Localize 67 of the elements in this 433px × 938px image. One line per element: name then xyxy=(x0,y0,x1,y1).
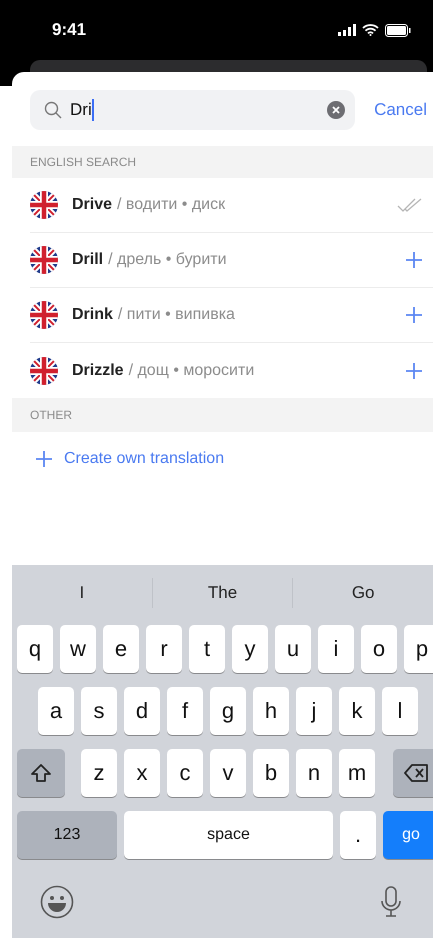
section-header: ENGLISH SEARCH xyxy=(12,146,433,178)
key[interactable]: p xyxy=(404,625,433,673)
numbers-key[interactable]: 123 xyxy=(17,811,117,859)
key[interactable]: k xyxy=(339,687,375,735)
status-time: 9:41 xyxy=(52,20,86,40)
word-label: Drive xyxy=(72,196,112,214)
key[interactable]: . xyxy=(340,811,376,859)
key[interactable]: h xyxy=(253,687,289,735)
flag-icon xyxy=(30,356,58,384)
key[interactable]: t xyxy=(189,625,225,673)
go-key[interactable]: go xyxy=(383,811,433,859)
key[interactable]: a xyxy=(38,687,74,735)
key[interactable]: o xyxy=(361,625,397,673)
key[interactable]: y xyxy=(232,625,268,673)
shift-icon xyxy=(30,763,52,783)
text-cursor xyxy=(92,99,94,121)
key[interactable]: n xyxy=(296,749,332,797)
microphone-icon[interactable] xyxy=(381,886,401,918)
word-label: Drill xyxy=(72,251,104,269)
key[interactable]: b xyxy=(253,749,289,797)
add-icon[interactable] xyxy=(405,362,423,380)
backspace-key[interactable] xyxy=(393,749,433,797)
section-header: OTHER xyxy=(12,398,433,432)
shift-key[interactable] xyxy=(17,749,65,797)
key[interactable]: q xyxy=(17,625,53,673)
translation-label: / дощ • моросити xyxy=(128,362,254,380)
wifi-icon xyxy=(362,24,379,36)
key[interactable]: d xyxy=(124,687,160,735)
search-icon xyxy=(44,101,62,119)
flag-icon xyxy=(30,246,58,274)
clear-icon[interactable] xyxy=(327,101,346,119)
key[interactable]: m xyxy=(339,749,375,797)
key[interactable]: w xyxy=(60,625,96,673)
search-field[interactable]: Dri xyxy=(30,90,356,130)
key[interactable]: g xyxy=(210,687,246,735)
flag-icon xyxy=(30,191,58,219)
add-icon[interactable] xyxy=(405,306,423,324)
backspace-icon xyxy=(404,763,430,783)
word-label: Drizzle xyxy=(72,362,124,380)
key[interactable]: u xyxy=(275,625,311,673)
key[interactable]: v xyxy=(210,749,246,797)
key[interactable]: j xyxy=(296,687,332,735)
key[interactable]: f xyxy=(167,687,203,735)
suggestion[interactable]: The xyxy=(152,578,292,608)
space-key[interactable]: space xyxy=(124,811,333,859)
key[interactable]: c xyxy=(167,749,203,797)
signal-icon xyxy=(338,24,356,36)
suggestion[interactable]: Go xyxy=(292,578,433,608)
translation-label: / водити • диск xyxy=(117,196,226,214)
flag-icon xyxy=(30,301,58,329)
translation-label: / пити • випивка xyxy=(118,306,235,324)
battery-icon xyxy=(385,24,411,36)
key[interactable]: z xyxy=(81,749,117,797)
cancel-button[interactable]: Cancel xyxy=(374,100,427,120)
translation-label: / дрель • бурити xyxy=(108,251,227,269)
plus-icon xyxy=(36,451,52,467)
suggestion[interactable]: I xyxy=(12,578,152,608)
key[interactable]: l xyxy=(382,687,418,735)
key[interactable]: r xyxy=(146,625,182,673)
add-icon[interactable] xyxy=(405,251,423,269)
key[interactable]: e xyxy=(103,625,139,673)
key[interactable]: s xyxy=(81,687,117,735)
emoji-icon[interactable] xyxy=(40,885,74,919)
word-label: Drink xyxy=(72,306,113,324)
key[interactable]: i xyxy=(318,625,354,673)
key[interactable]: x xyxy=(124,749,160,797)
create-translation-link[interactable]: Create own translation xyxy=(64,450,224,468)
